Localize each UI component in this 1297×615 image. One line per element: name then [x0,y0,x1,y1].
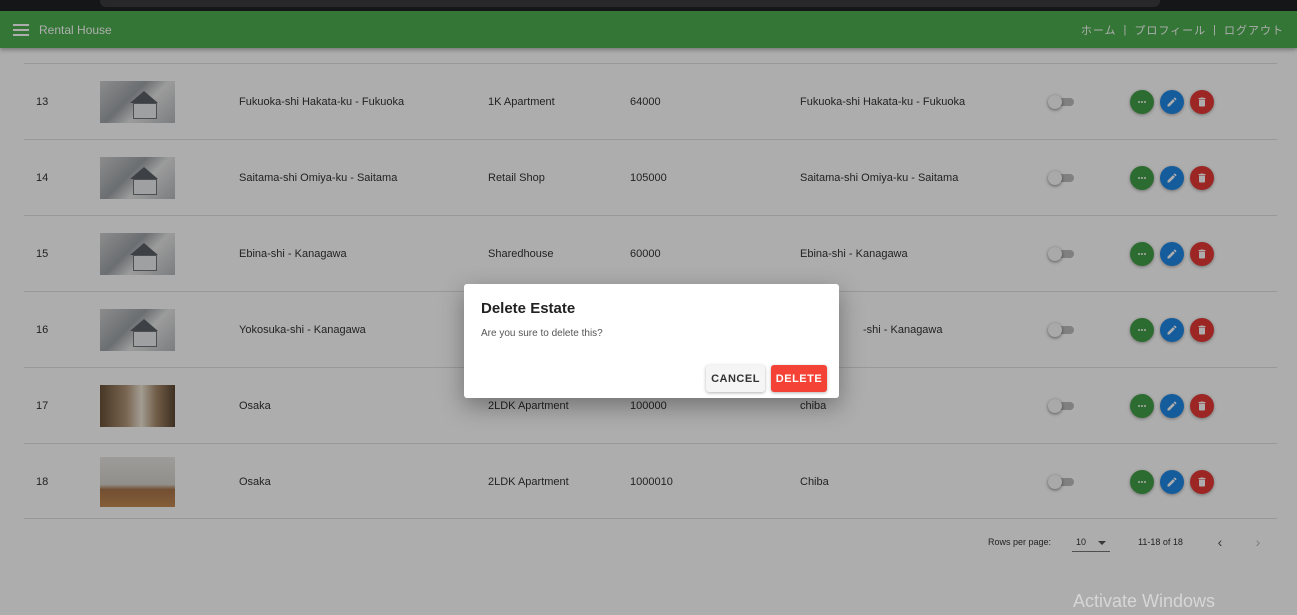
dialog-title: Delete Estate [481,300,576,317]
cancel-button[interactable]: CANCEL [706,365,765,392]
confirm-delete-button[interactable]: DELETE [771,365,827,392]
delete-dialog: Delete Estate Are you sure to delete thi… [464,284,839,398]
windows-activation-watermark: Activate Windows [1073,591,1216,611]
dialog-message: Are you sure to delete this? [481,328,603,339]
